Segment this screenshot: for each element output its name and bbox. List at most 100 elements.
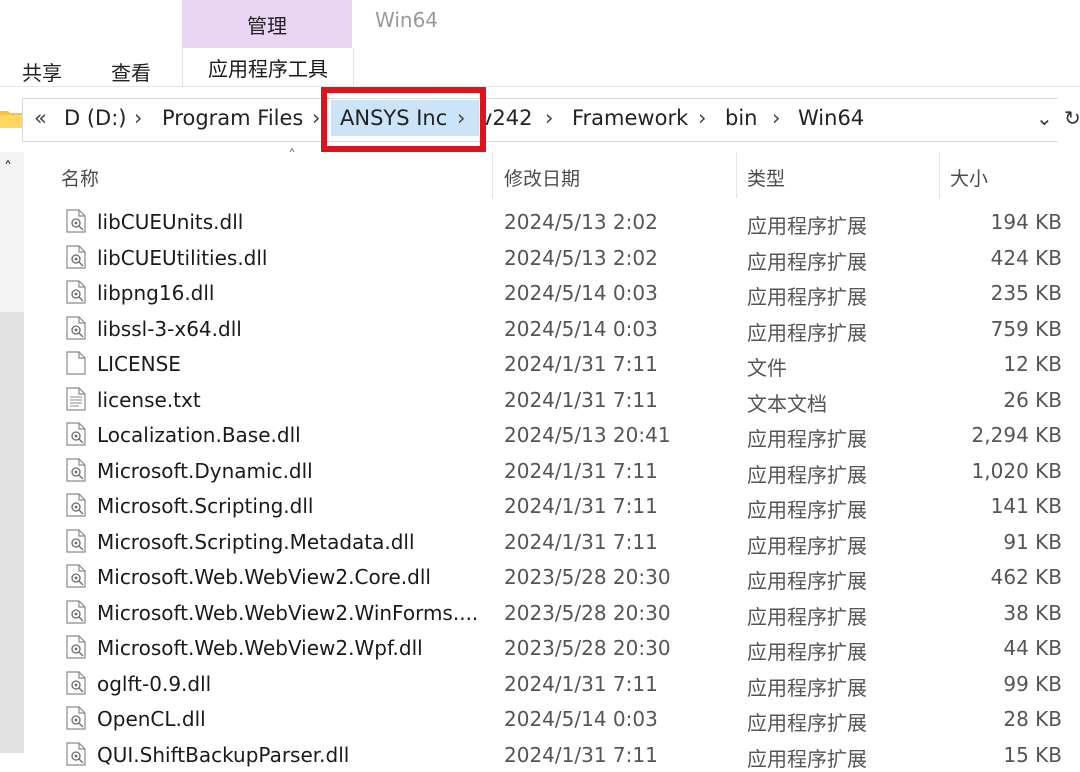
navigation-pane-scrollbar[interactable]: ˄	[0, 152, 24, 753]
file-name: QUI.ShiftBackupParser.dll	[97, 743, 349, 767]
column-type[interactable]: 类型	[747, 164, 785, 191]
file-size: 99 KB	[1003, 672, 1062, 696]
folder-icon	[0, 108, 22, 128]
file-type: 应用程序扩展	[747, 494, 867, 523]
file-row[interactable]: libCUEUnits.dll2024/5/13 2:02应用程序扩展194 K…	[24, 204, 1080, 240]
tab-view[interactable]: 查看	[111, 57, 151, 86]
column-divider[interactable]	[736, 152, 737, 198]
file-type: 应用程序扩展	[747, 672, 867, 701]
file-name: license.txt	[97, 388, 201, 412]
file-size: 462 KB	[991, 565, 1062, 589]
file-size: 91 KB	[1003, 530, 1062, 554]
file-size: 1,020 KB	[972, 459, 1062, 483]
crumb-framework[interactable]: Framework	[572, 106, 688, 130]
dll-icon	[66, 564, 86, 588]
chevron-up-icon[interactable]: ˄	[4, 158, 12, 177]
file-type: 应用程序扩展	[747, 565, 867, 594]
chevron-right-icon[interactable]: ›	[134, 106, 142, 130]
file-name: Microsoft.Web.WebView2.Core.dll	[97, 565, 431, 589]
chevron-right-icon[interactable]: ›	[312, 106, 320, 130]
context-group-title[interactable]: 管理	[182, 0, 352, 48]
file-row[interactable]: license.txt2024/1/31 7:11文本文档26 KB	[24, 382, 1080, 418]
context-tab-group: 管理 应用程序工具	[182, 0, 352, 86]
file-date: 2024/1/31 7:11	[504, 494, 658, 518]
dll-icon	[66, 742, 86, 766]
file-date: 2024/1/31 7:11	[504, 459, 658, 483]
file-name: Microsoft.Web.WebView2.Wpf.dll	[97, 636, 423, 660]
dll-icon	[66, 422, 86, 446]
file-type: 应用程序扩展	[747, 281, 867, 310]
file-row[interactable]: Microsoft.Web.WebView2.Core.dll 2023/5/28…	[24, 559, 1080, 595]
file-size: 12 KB	[1003, 352, 1062, 376]
file-row[interactable]: libCUEUtilities.dll2024/5/13 2:02应用程序扩展4…	[24, 240, 1080, 276]
dll-icon	[66, 280, 86, 304]
file-row[interactable]: Microsoft.Dynamic.dll 2024/1/31 7:11 应用程序扩…	[24, 453, 1080, 489]
file-size: 141 KB	[991, 494, 1062, 518]
tab-share[interactable]: 共享	[22, 57, 62, 86]
file-row[interactable]: QUI.ShiftBackupParser.dll2024/1/31 7:11应…	[24, 737, 1080, 772]
chevron-right-icon[interactable]: ›	[772, 106, 780, 130]
file-name: LICENSE	[97, 352, 181, 376]
text-file-icon	[66, 387, 86, 411]
crumb-d-drive[interactable]: D (D:)	[64, 106, 126, 130]
address-bar[interactable]: « D (D:) › Program Files › ANSYS Inc › v…	[0, 98, 1080, 142]
crumb-program-files[interactable]: Program Files	[162, 106, 303, 130]
dll-icon	[66, 245, 86, 269]
file-type: 应用程序扩展	[747, 601, 867, 630]
scrollbar-thumb[interactable]	[0, 312, 24, 753]
annotation-highlight-box	[321, 87, 486, 152]
file-type: 应用程序扩展	[747, 530, 867, 559]
dll-icon	[66, 706, 86, 730]
tab-app-tools[interactable]: 应用程序工具	[182, 48, 354, 86]
file-date: 2023/5/28 20:30	[504, 565, 671, 589]
file-type: 应用程序扩展	[747, 459, 867, 488]
ribbon: 管理 应用程序工具 Win64 共享 查看	[0, 0, 1080, 86]
file-type: 应用程序扩展	[747, 210, 867, 239]
column-divider[interactable]	[939, 152, 940, 198]
crumb-win64[interactable]: Win64	[798, 106, 864, 130]
file-row[interactable]: oglft-0.9.dll2024/1/31 7:11应用程序扩展99 KB	[24, 666, 1080, 702]
file-row[interactable]: Microsoft.Web.WebView2.Wpf.dll2023/5/28 …	[24, 630, 1080, 666]
window-title: Win64	[375, 8, 438, 32]
file-date: 2024/1/31 7:11	[504, 530, 658, 554]
chevron-right-icon[interactable]: ›	[545, 106, 553, 130]
file-row[interactable]: Microsoft.Scripting.Metadata.dll2024/1/3…	[24, 524, 1080, 560]
file-row[interactable]: libssl-3-x64.dll2024/5/14 0:03应用程序扩展759 …	[24, 311, 1080, 347]
file-name: Microsoft.Web.WebView2.WinForms....	[97, 601, 478, 625]
file-row[interactable]: libpng16.dll2024/5/14 0:03应用程序扩展235 KB	[24, 275, 1080, 311]
column-divider[interactable]	[492, 152, 493, 198]
file-size: 15 KB	[1003, 743, 1062, 767]
column-header: ˄ 名称 修改日期 类型 大小	[24, 152, 1080, 198]
file-row[interactable]: OpenCL.dll2024/5/14 0:03应用程序扩展28 KB	[24, 701, 1080, 737]
overflow-chevron-icon[interactable]: «	[34, 106, 47, 130]
file-size: 235 KB	[991, 281, 1062, 305]
dll-icon	[66, 529, 86, 553]
crumb-v242[interactable]: v242	[480, 106, 533, 130]
column-date[interactable]: 修改日期	[504, 164, 580, 191]
file-name: Microsoft.Dynamic.dll	[97, 459, 313, 483]
file-type: 应用程序扩展	[747, 636, 867, 665]
file-icon	[66, 351, 86, 375]
column-name[interactable]: 名称	[61, 164, 99, 191]
file-date: 2024/5/13 2:02	[504, 210, 658, 234]
file-row[interactable]: Microsoft.Web.WebView2.WinForms.... 2023/…	[24, 595, 1080, 631]
file-date: 2024/1/31 7:11	[504, 743, 658, 767]
file-type: 文件	[747, 352, 787, 381]
file-size: 28 KB	[1003, 707, 1062, 731]
file-date: 2024/5/14 0:03	[504, 707, 658, 731]
file-row[interactable]: Localization.Base.dll2024/5/13 20:41应用程序…	[24, 417, 1080, 453]
file-size: 194 KB	[991, 210, 1062, 234]
file-row[interactable]: Microsoft.Scripting.dll2024/1/31 7:11应用程…	[24, 488, 1080, 524]
file-name: libCUEUtilities.dll	[97, 246, 268, 270]
chevron-right-icon[interactable]: ›	[698, 106, 706, 130]
file-date: 2023/5/28 20:30	[504, 601, 671, 625]
file-date: 2024/5/13 2:02	[504, 246, 658, 270]
column-size[interactable]: 大小	[950, 164, 988, 191]
file-row[interactable]: LICENSE2024/1/31 7:11文件12 KB	[24, 346, 1080, 382]
file-size: 44 KB	[1003, 636, 1062, 660]
refresh-icon[interactable]: ↻	[1064, 106, 1080, 130]
file-date: 2024/1/31 7:11	[504, 672, 658, 696]
file-name: libssl-3-x64.dll	[97, 317, 242, 341]
chevron-down-icon[interactable]: ⌄	[1036, 106, 1053, 130]
crumb-bin[interactable]: bin	[725, 106, 757, 130]
